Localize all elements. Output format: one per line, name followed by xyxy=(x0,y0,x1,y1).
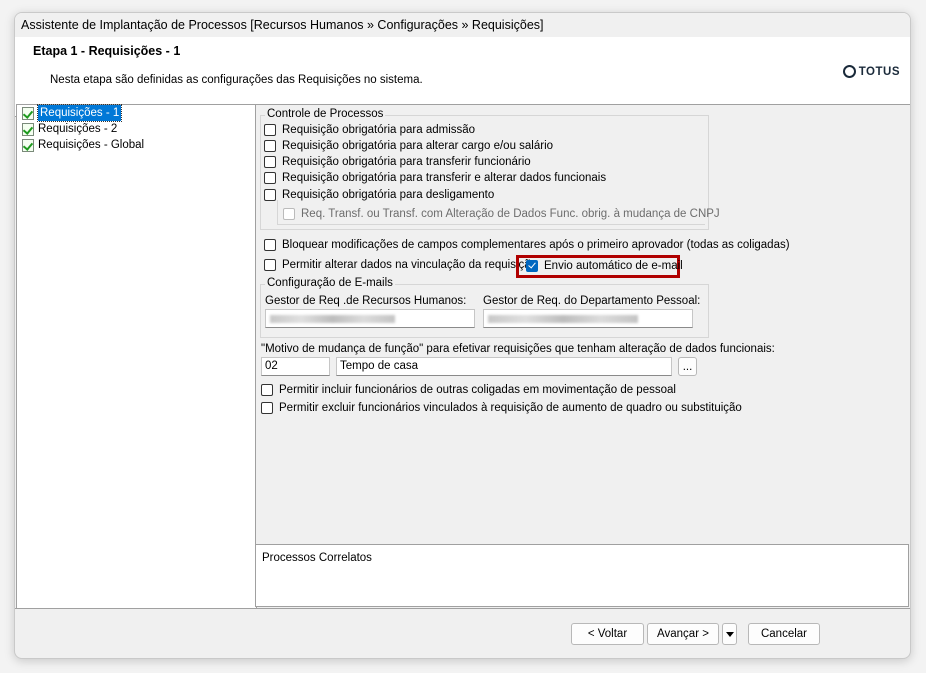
checkbox-label: Permitir alterar dados na vinculação da … xyxy=(282,259,538,271)
checklist-icon xyxy=(22,138,34,152)
checkbox-box[interactable] xyxy=(264,124,276,136)
next-button[interactable]: Avançar > xyxy=(647,623,719,645)
checkbox-box[interactable] xyxy=(264,239,276,251)
checkbox-label: Envio automático de e-mail xyxy=(544,260,683,272)
gestor-rh-label: Gestor de Req .de Recursos Humanos: xyxy=(265,295,467,307)
tree-item-requisicoes-2[interactable]: Requisições - 2 xyxy=(17,121,256,137)
motivo-code-input[interactable]: 02 xyxy=(261,357,330,376)
motivo-lookup-button[interactable]: ... xyxy=(678,357,697,376)
gestor-dp-input[interactable] xyxy=(483,309,693,328)
req-cnpj-checkbox[interactable]: Req. Transf. ou Transf. com Alteração de… xyxy=(283,208,720,220)
checkbox-box[interactable] xyxy=(283,208,295,220)
redacted-value xyxy=(270,315,395,323)
logo-text: TOTUS xyxy=(858,65,900,78)
incluir-coligadas-checkbox[interactable]: Permitir incluir funcionários de outras … xyxy=(261,384,676,396)
checkbox-label: Bloquear modificações de campos compleme… xyxy=(282,239,790,251)
gestor-dp-label: Gestor de Req. do Departamento Pessoal: xyxy=(483,295,701,307)
tree-item-label: Requisições - Global xyxy=(38,139,145,151)
checkbox-box[interactable] xyxy=(264,140,276,152)
checklist-icon xyxy=(22,106,34,120)
checkbox-label: Req. Transf. ou Transf. com Alteração de… xyxy=(301,208,720,220)
checklist-icon xyxy=(22,122,34,136)
tree-item-requisicoes-1[interactable]: Requisições - 1 xyxy=(17,104,256,122)
cancel-button[interactable]: Cancelar xyxy=(748,623,820,645)
back-button[interactable]: < Voltar xyxy=(571,623,644,645)
checkbox-label: Requisição obrigatória para transferir e… xyxy=(282,172,607,184)
checkbox-label: Requisição obrigatória para transferir f… xyxy=(282,156,531,168)
step-title: Etapa 1 - Requisições - 1 xyxy=(33,44,181,58)
checkbox-box[interactable] xyxy=(264,189,276,201)
checkbox-box[interactable] xyxy=(264,156,276,168)
motivo-description-input[interactable]: Tempo de casa xyxy=(336,357,672,376)
permitir-alterar-checkbox[interactable]: Permitir alterar dados na vinculação da … xyxy=(264,259,537,271)
wizard-window: Assistente de Implantação de Processos [… xyxy=(14,12,911,659)
checkbox-box[interactable] xyxy=(264,172,276,184)
checkbox-box[interactable] xyxy=(261,384,273,396)
tree-item-requisicoes-global[interactable]: Requisições - Global xyxy=(17,137,256,153)
checkbox-label: Requisição obrigatória para alterar carg… xyxy=(282,140,554,152)
checkbox-box[interactable] xyxy=(264,259,276,271)
req-admissao-checkbox[interactable]: Requisição obrigatória para admissão xyxy=(264,124,475,136)
tree-item-label: Requisições - 2 xyxy=(38,123,118,135)
processos-correlatos-panel: Processos Correlatos xyxy=(255,544,909,607)
step-tree: Requisições - 1 Requisições - 2 Requisiç… xyxy=(16,104,257,609)
req-transferir-checkbox[interactable]: Requisição obrigatória para transferir f… xyxy=(264,156,531,168)
step-description: Nesta etapa são definidas as configuraçõ… xyxy=(50,74,423,86)
checkbox-label: Requisição obrigatória para admissão xyxy=(282,124,476,136)
motivo-label: "Motivo de mudança de função" para efeti… xyxy=(261,343,775,355)
bloquear-checkbox[interactable]: Bloquear modificações de campos compleme… xyxy=(264,239,790,251)
checkbox-box[interactable] xyxy=(526,260,538,272)
group-title: Configuração de E-mails xyxy=(265,277,395,289)
chevron-down-icon xyxy=(725,631,734,637)
tree-item-label: Requisições - 1 xyxy=(36,104,123,122)
logo-mark-icon xyxy=(842,65,856,78)
excluir-vinculados-checkbox[interactable]: Permitir excluir funcionários vinculados… xyxy=(261,402,742,414)
footer-divider xyxy=(15,608,910,609)
settings-panel: Controle de Processos Requisição obrigat… xyxy=(255,104,910,545)
checkbox-label: Permitir excluir funcionários vinculados… xyxy=(279,402,742,414)
group-title: Controle de Processos xyxy=(265,108,386,120)
gestor-rh-input[interactable] xyxy=(265,309,475,328)
processos-correlatos-title: Processos Correlatos xyxy=(262,552,372,564)
next-dropdown-button[interactable] xyxy=(722,623,737,645)
redacted-value xyxy=(488,315,638,323)
checkbox-label: Permitir incluir funcionários de outras … xyxy=(279,384,676,396)
req-cargo-salario-checkbox[interactable]: Requisição obrigatória para alterar carg… xyxy=(264,140,553,152)
totus-logo: TOTUS xyxy=(842,65,900,78)
window-title: Assistente de Implantação de Processos [… xyxy=(15,13,910,37)
req-transferir-alterar-checkbox[interactable]: Requisição obrigatória para transferir e… xyxy=(264,172,606,184)
envio-email-checkbox[interactable]: Envio automático de e-mail xyxy=(526,260,683,272)
checkbox-box[interactable] xyxy=(261,402,273,414)
